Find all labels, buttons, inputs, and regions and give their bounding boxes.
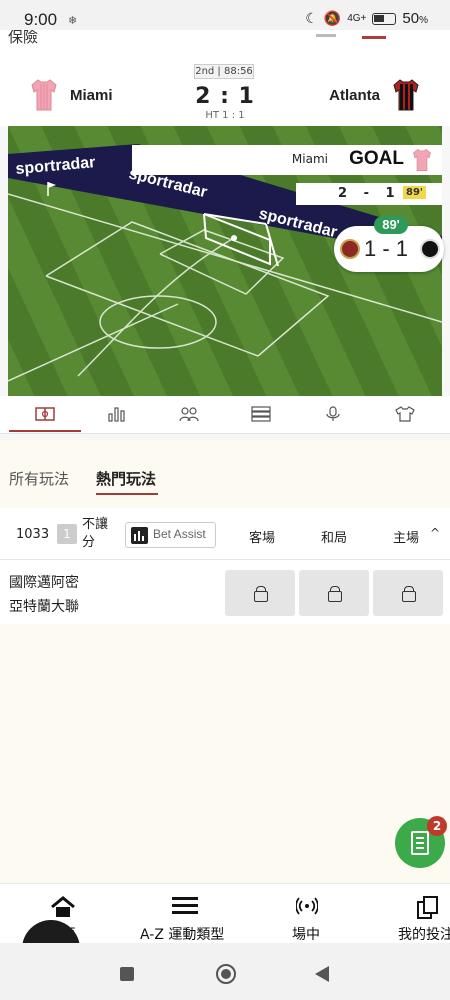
tab-indicator bbox=[9, 430, 81, 432]
home-team-name: Miami bbox=[70, 87, 113, 104]
tracker-tabs bbox=[0, 396, 450, 434]
header-strip: 保險 bbox=[0, 30, 450, 58]
match-score: 2 : 1 bbox=[195, 84, 255, 109]
nav-my-bets-label: 我的投注 bbox=[398, 927, 450, 943]
nav-az-label: A-Z 運動類型 bbox=[140, 927, 225, 943]
back-icon[interactable] bbox=[315, 966, 329, 982]
goal-banner: Miami GOAL bbox=[132, 145, 442, 175]
copy-icon bbox=[417, 896, 438, 919]
column-draw: 和局 bbox=[321, 531, 348, 546]
market-count-badge: 1 bbox=[57, 524, 77, 544]
column-away: 客場 bbox=[249, 531, 276, 546]
market-header[interactable]: 1033 1 不讓分 Bet Assist 客場 和局 主場 ^ bbox=[0, 508, 450, 560]
goal-label: GOAL bbox=[349, 148, 404, 169]
betslip-count-badge: 2 bbox=[427, 816, 447, 836]
lock-icon bbox=[402, 586, 416, 602]
jersey-icon[interactable] bbox=[393, 404, 417, 424]
bet-assist-label: Bet Assist bbox=[153, 527, 206, 541]
atlanta-badge-icon bbox=[340, 239, 360, 259]
table-icon[interactable] bbox=[249, 404, 273, 424]
recents-icon[interactable] bbox=[120, 967, 134, 981]
match-period: 2nd | 88:56 bbox=[194, 64, 254, 79]
row-team1: 國際邁阿密 bbox=[9, 575, 79, 591]
bet-tab-indicator bbox=[96, 493, 158, 495]
goal-score-banner: 2 - 1 89' bbox=[296, 183, 442, 205]
nav-live[interactable]: 場中 bbox=[290, 884, 324, 944]
nav-az-sports[interactable]: A-Z 運動類型 bbox=[140, 884, 232, 944]
status-time: 9:00 bbox=[24, 10, 58, 29]
chevron-up-icon[interactable]: ^ bbox=[430, 526, 440, 540]
live-score: 1 - 1 bbox=[364, 236, 409, 261]
nav-live-label: 場中 bbox=[292, 927, 320, 943]
lock-icon bbox=[328, 586, 342, 602]
halftime-score: HT 1 : 1 bbox=[205, 110, 245, 121]
header-tab-indicator bbox=[362, 36, 386, 39]
stats-icon[interactable] bbox=[105, 404, 129, 424]
system-nav-bar bbox=[0, 943, 450, 1000]
lineup-icon[interactable] bbox=[177, 404, 201, 424]
away-team-name: Atlanta bbox=[329, 87, 380, 104]
menu-icon bbox=[172, 897, 198, 914]
market-id: 1033 bbox=[16, 527, 50, 542]
match-row[interactable]: 國際邁阿密 亞特蘭大聯 bbox=[0, 560, 450, 624]
home-jersey-icon bbox=[30, 78, 58, 112]
signal-icon: 4G+ bbox=[347, 13, 367, 24]
column-home: 主場 bbox=[393, 531, 420, 546]
header-divider bbox=[316, 34, 336, 37]
mute-icon: 🔕 bbox=[323, 10, 342, 26]
bar-chart-icon bbox=[131, 527, 148, 544]
away-jersey-icon bbox=[392, 78, 420, 112]
bet-assist-button[interactable]: Bet Assist bbox=[125, 522, 216, 548]
nav-my-bets[interactable]: 我的投注 bbox=[398, 884, 450, 944]
broadcast-icon bbox=[296, 897, 318, 915]
market-name: 不讓分 bbox=[82, 517, 109, 550]
battery-icon bbox=[372, 12, 397, 25]
status-right: ☾ 🔕 4G+ 50% bbox=[305, 10, 428, 27]
goal-jersey-icon bbox=[413, 148, 431, 171]
notification-icon: ❄ bbox=[68, 14, 78, 27]
header-title: 保險 bbox=[8, 30, 39, 44]
scoreboard: 2nd | 88:56 Miami 2 : 1 HT 1 : 1 Atlanta bbox=[0, 58, 450, 126]
row-team2: 亞特蘭大聯 bbox=[9, 599, 79, 615]
battery-percent: 50% bbox=[402, 10, 428, 27]
lock-icon bbox=[254, 586, 268, 602]
betslip-icon bbox=[411, 831, 429, 855]
tab-popular-markets[interactable]: 熱門玩法 bbox=[96, 468, 156, 489]
odds-area: 所有玩法 熱門玩法 bbox=[0, 440, 450, 883]
banner-minute: 89' bbox=[403, 186, 426, 199]
home-icon bbox=[51, 896, 75, 917]
home-system-icon[interactable] bbox=[216, 964, 236, 984]
miami-badge-icon bbox=[420, 239, 440, 259]
goal-team: Miami bbox=[291, 152, 328, 166]
banner-score: 2 - 1 bbox=[338, 186, 401, 201]
moon-icon: ☾ bbox=[305, 10, 318, 26]
live-minute-badge: 89' bbox=[374, 216, 408, 234]
tab-all-markets[interactable]: 所有玩法 bbox=[9, 468, 69, 489]
pitch-icon[interactable] bbox=[33, 404, 57, 424]
commentary-icon[interactable] bbox=[321, 404, 345, 424]
odds-draw-button[interactable] bbox=[299, 570, 369, 616]
odds-home-button[interactable] bbox=[373, 570, 443, 616]
odds-away-button[interactable] bbox=[225, 570, 295, 616]
